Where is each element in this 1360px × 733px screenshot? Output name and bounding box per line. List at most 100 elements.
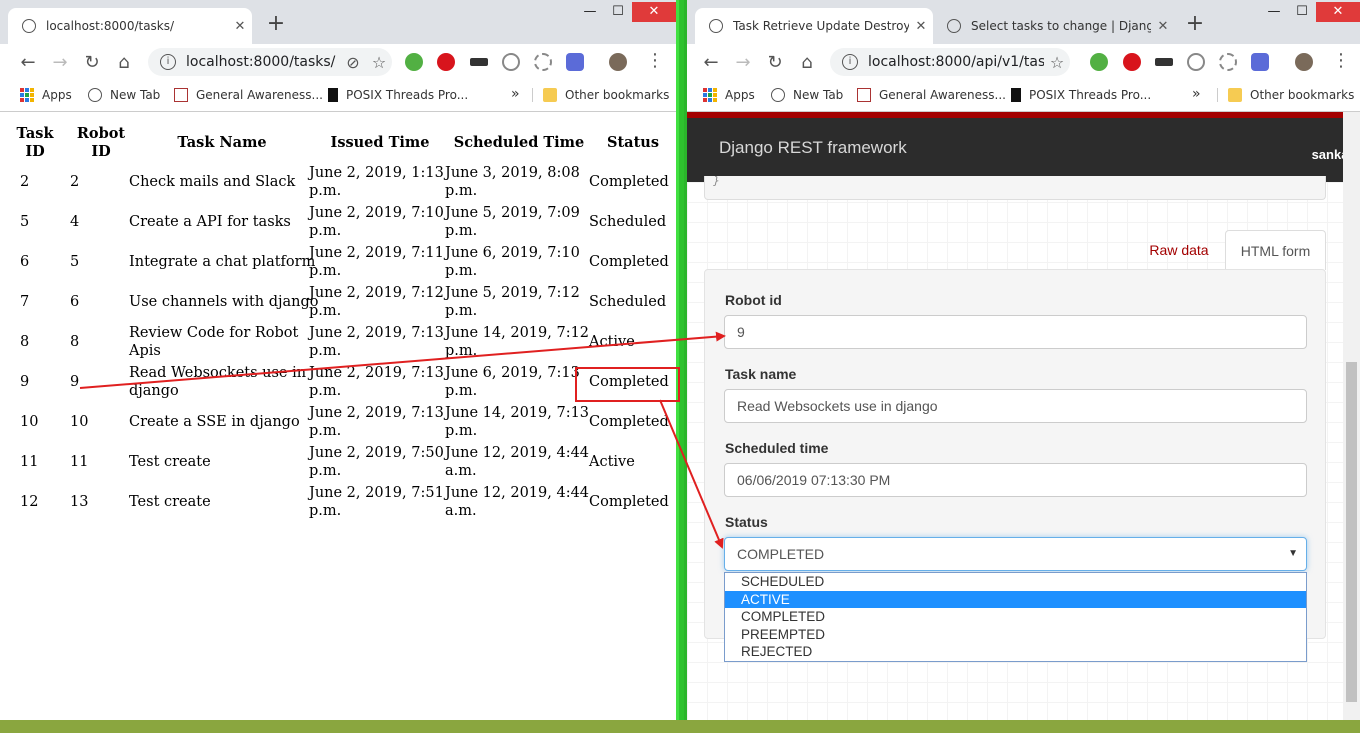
address-bar[interactable]: i localhost:8000/tasks/ ⊘ ☆: [148, 48, 392, 76]
robot-id-input[interactable]: 9: [724, 315, 1307, 349]
avatar[interactable]: [1295, 53, 1313, 71]
bookmarks-overflow-icon[interactable]: »: [1192, 86, 1201, 102]
r-extension-icon[interactable]: [1251, 53, 1269, 71]
bookmark-posix[interactable]: POSIX Threads Pro...: [1011, 88, 1151, 102]
camera-blocked-icon[interactable]: ⊘: [340, 53, 366, 72]
recycle-icon[interactable]: [534, 53, 552, 71]
status-option[interactable]: ACTIVE: [725, 590, 1306, 609]
minimize-button[interactable]: —: [1260, 2, 1288, 22]
bookmark-general-awareness[interactable]: General Awareness...: [857, 88, 1006, 102]
skype-icon[interactable]: [1187, 53, 1205, 71]
left-tab-tasks[interactable]: localhost:8000/tasks/ ✕: [8, 8, 252, 44]
bookmark-new-tab[interactable]: New Tab: [88, 88, 160, 102]
close-tab-icon[interactable]: ✕: [909, 19, 933, 34]
graduation-cap-icon[interactable]: [1155, 58, 1173, 66]
extension-icon[interactable]: [1090, 53, 1108, 71]
extension-icon[interactable]: [405, 53, 423, 71]
page-scrollbar[interactable]: [1343, 112, 1360, 720]
tab-task-retrieve[interactable]: Task Retrieve Update Destroy – D ✕: [695, 8, 933, 44]
right-toolbar: ← → ↻ ⌂ i localhost:8000/api/v1/task... …: [687, 44, 1360, 80]
bookmark-posix[interactable]: POSIX Threads Pro...: [328, 88, 468, 102]
scheduled-time-input[interactable]: 06/06/2019 07:13:30 PM: [724, 463, 1307, 497]
bookmark-label: General Awareness...: [879, 88, 1006, 102]
opera-icon[interactable]: [1123, 53, 1141, 71]
minimize-button[interactable]: —: [576, 2, 604, 22]
maximize-button[interactable]: ☐: [1288, 2, 1316, 22]
bookmark-star-icon[interactable]: ☆: [1044, 53, 1070, 72]
cell-line: June 2, 2019, 7:13: [309, 365, 444, 381]
bookmark-apps[interactable]: Apps: [20, 88, 72, 102]
tab-raw-data[interactable]: Raw data: [1137, 230, 1221, 270]
bookmark-label: Other bookmarks: [1250, 88, 1355, 102]
recycle-icon[interactable]: [1219, 53, 1237, 71]
new-tab-button[interactable]: +: [1183, 12, 1207, 36]
avatar[interactable]: [609, 53, 627, 71]
info-icon[interactable]: i: [842, 54, 858, 70]
header-line: Scheduled Time: [453, 134, 585, 151]
task-id-cell: 10: [20, 413, 38, 431]
close-tab-icon[interactable]: ✕: [1151, 19, 1175, 34]
bookmark-new-tab[interactable]: New Tab: [771, 88, 843, 102]
other-bookmarks[interactable]: Other bookmarks: [532, 88, 669, 102]
task-id-cell: 11: [20, 453, 38, 471]
status-dropdown-list[interactable]: SCHEDULED ACTIVE COMPLETED PREEMPTED REJECTE…: [724, 572, 1307, 662]
status-cell: Completed: [589, 413, 669, 431]
cell-line: p.m.: [309, 183, 342, 199]
cell-line: June 12, 2019, 4:44: [445, 445, 590, 461]
bookmark-general-awareness[interactable]: General Awareness...: [174, 88, 323, 102]
bookmarks-overflow-icon[interactable]: »: [511, 86, 520, 102]
cell-line: Test create: [129, 454, 211, 470]
left-toolbar: ← → ↻ ⌂ i localhost:8000/tasks/ ⊘ ☆ ⋮: [0, 44, 676, 80]
other-bookmarks[interactable]: Other bookmarks: [1217, 88, 1354, 102]
info-icon[interactable]: i: [160, 54, 176, 70]
status-option[interactable]: SCHEDULED: [725, 573, 1306, 591]
skype-icon[interactable]: [502, 53, 520, 71]
scrollbar-thumb[interactable]: [1346, 362, 1357, 702]
tab-html-form[interactable]: HTML form: [1225, 230, 1326, 270]
back-arrow-icon[interactable]: ←: [12, 52, 44, 73]
column-header: Scheduled Time: [453, 134, 585, 152]
status-option[interactable]: COMPLETED: [725, 608, 1306, 626]
bookmark-apps[interactable]: Apps: [703, 88, 755, 102]
cell-line: p.m.: [309, 223, 342, 239]
status-select[interactable]: COMPLETED ▼: [724, 537, 1307, 571]
close-tab-icon[interactable]: ✕: [228, 19, 252, 34]
r-extension-icon[interactable]: [566, 53, 584, 71]
close-window-button[interactable]: ✕: [632, 2, 676, 22]
mr-logo-icon: [174, 88, 188, 102]
status-cell: Completed: [589, 373, 669, 391]
reload-icon[interactable]: ↻: [759, 52, 791, 73]
address-bar[interactable]: i localhost:8000/api/v1/task... ☆: [830, 48, 1070, 76]
home-icon[interactable]: ⌂: [108, 52, 140, 73]
reload-icon[interactable]: ↻: [76, 52, 108, 73]
cell-line: 2: [20, 174, 30, 190]
task-name-input[interactable]: Read Websockets use in django: [724, 389, 1307, 423]
cell-line: Apis: [129, 343, 161, 359]
back-arrow-icon[interactable]: ←: [695, 52, 727, 73]
close-window-button[interactable]: ✕: [1316, 2, 1360, 22]
scheduled-time-cell: June 12, 2019, 4:44 a.m.: [445, 444, 589, 480]
opera-icon[interactable]: [437, 53, 455, 71]
bookmark-star-icon[interactable]: ☆: [366, 53, 392, 72]
posix-logo-icon: [328, 88, 338, 102]
scheduled-time-cell: June 5, 2019, 7:12 p.m.: [445, 284, 580, 320]
cell-line: June 2, 2019, 7:51: [309, 485, 444, 501]
tab-select-tasks[interactable]: Select tasks to change | Django s ✕: [933, 8, 1175, 44]
menu-kebab-icon[interactable]: ⋮: [1332, 50, 1350, 71]
forward-arrow-icon[interactable]: →: [727, 52, 759, 73]
robot-id-cell: 2: [70, 173, 79, 191]
menu-kebab-icon[interactable]: ⋮: [646, 50, 664, 71]
status-option[interactable]: REJECTED: [725, 643, 1306, 661]
drf-brand[interactable]: Django REST framework: [719, 138, 907, 158]
drf-navbar: Django REST framework sankalp: [687, 112, 1360, 182]
maximize-button[interactable]: ☐: [604, 2, 632, 22]
home-icon[interactable]: ⌂: [791, 52, 823, 73]
dropdown-caret-icon: ▼: [1288, 548, 1298, 559]
scheduled-time-cell: June 6, 2019, 7:13 p.m.: [445, 364, 580, 400]
task-name-cell: Integrate a chat platform: [129, 253, 315, 271]
cell-line: p.m.: [309, 423, 342, 439]
new-tab-button[interactable]: +: [264, 12, 288, 36]
status-option[interactable]: PREEMPTED: [725, 626, 1306, 644]
forward-arrow-icon[interactable]: →: [44, 52, 76, 73]
graduation-cap-icon[interactable]: [470, 58, 488, 66]
